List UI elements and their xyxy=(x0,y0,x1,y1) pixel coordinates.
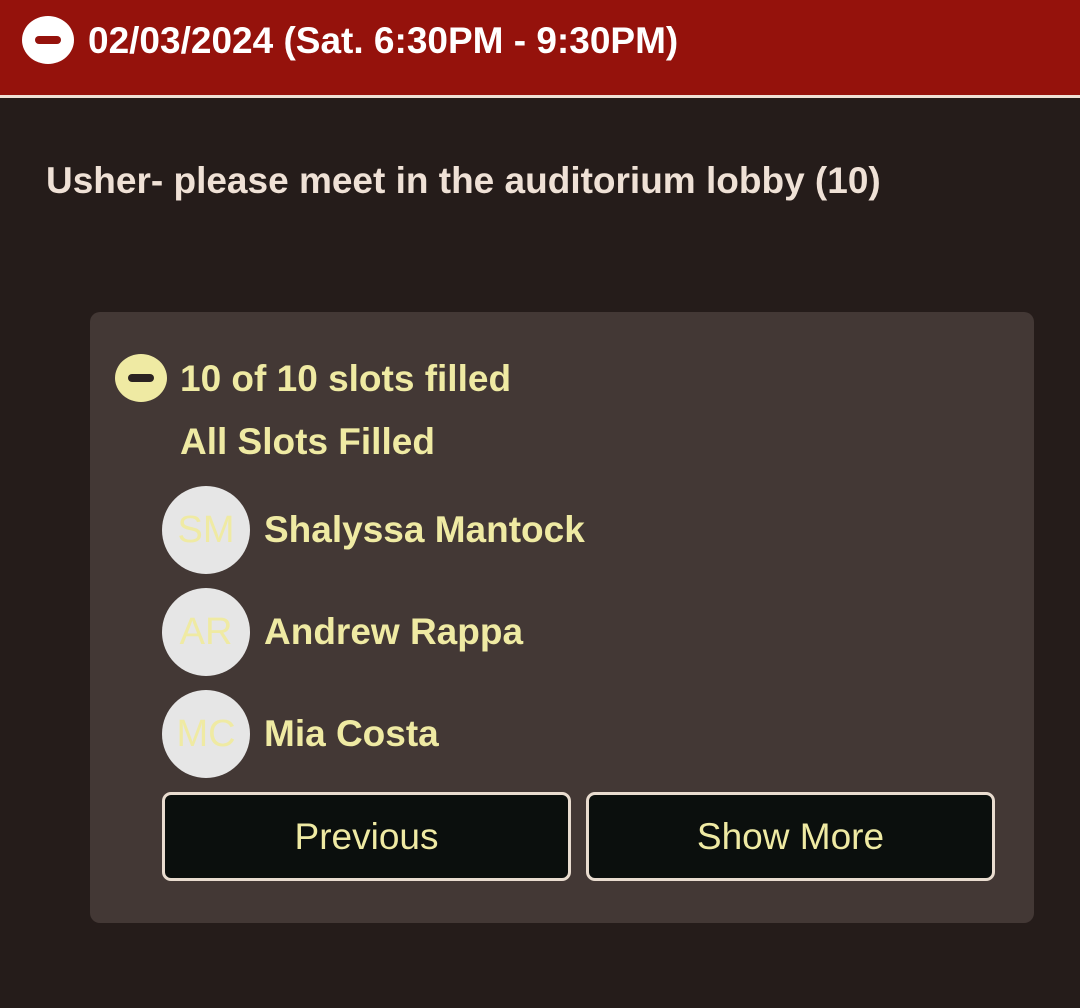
minus-icon xyxy=(128,374,154,382)
slots-count: 10 of 10 slots filled xyxy=(180,358,512,399)
slots-status: All Slots Filled xyxy=(180,421,435,462)
date-header: 02/03/2024 (Sat. 6:30PM - 9:30PM) xyxy=(0,0,1080,98)
volunteer-item: SM Shalyssa Mantock xyxy=(162,486,962,576)
minus-icon xyxy=(35,36,61,44)
slots-card: 10 of 10 slots filled All Slots Filled S… xyxy=(90,312,1034,923)
volunteer-name: Andrew Rappa xyxy=(264,611,524,652)
role-title: Usher- please meet in the auditorium lob… xyxy=(46,160,881,201)
show-more-button[interactable]: Show More xyxy=(586,792,995,881)
date-title: 02/03/2024 (Sat. 6:30PM - 9:30PM) xyxy=(88,20,679,61)
volunteer-item: AR Andrew Rappa xyxy=(162,588,962,678)
previous-button[interactable]: Previous xyxy=(162,792,571,881)
avatar: AR xyxy=(162,588,250,676)
volunteer-name: Mia Costa xyxy=(264,713,439,754)
volunteer-item: MC Mia Costa xyxy=(162,690,962,780)
avatar: SM xyxy=(162,486,250,574)
collapse-slots-icon[interactable] xyxy=(115,354,167,402)
avatar: MC xyxy=(162,690,250,778)
volunteer-name: Shalyssa Mantock xyxy=(264,509,585,550)
collapse-date-icon[interactable] xyxy=(22,16,74,64)
